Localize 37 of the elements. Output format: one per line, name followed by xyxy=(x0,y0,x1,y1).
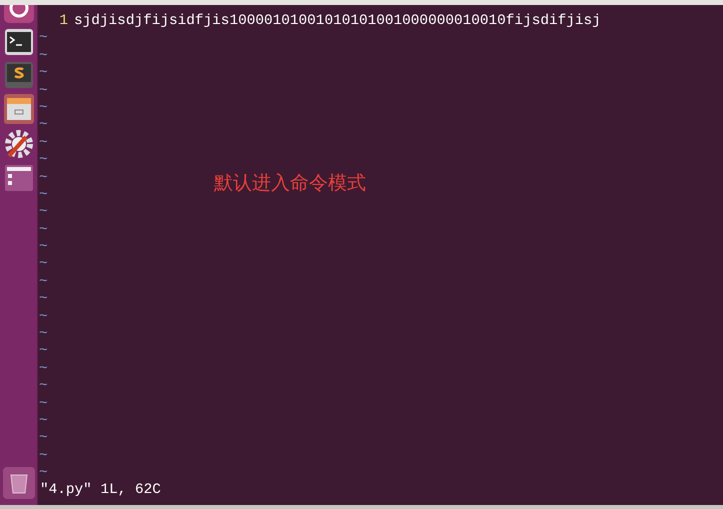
code-line: sjdjisdjfijsidfjis10000101001010101001000000010010fijsdifjisj xyxy=(74,13,601,30)
status-line: "4.py" 1L, 62C xyxy=(40,482,161,499)
workspace-icon[interactable] xyxy=(4,164,34,192)
trash-icon[interactable] xyxy=(2,467,34,499)
ubuntu-logo-icon[interactable] xyxy=(4,5,34,23)
empty-line-marker: ~ xyxy=(38,378,48,396)
empty-line-marker: ~ xyxy=(38,30,48,48)
empty-line-marker: ~ xyxy=(38,412,48,430)
empty-line-marker: ~ xyxy=(38,326,48,344)
empty-line-marker: ~ xyxy=(38,170,48,187)
empty-line-marker: ~ xyxy=(38,222,48,240)
empty-line-marker: ~ xyxy=(38,152,48,170)
empty-line-marker: ~ xyxy=(38,134,48,152)
empty-line-marker: ~ xyxy=(38,239,48,256)
empty-line-marker: ~ xyxy=(38,82,48,100)
empty-line-marker: ~ xyxy=(38,100,48,118)
empty-line-marker: ~ xyxy=(38,430,48,448)
empty-line-marker: ~ xyxy=(38,256,48,274)
empty-line-marker: ~ xyxy=(38,48,48,66)
empty-line-marker: ~ xyxy=(38,360,48,378)
empty-line-marker: ~ xyxy=(38,186,48,204)
line-number: 1 xyxy=(58,13,68,30)
empty-line-marker: ~ xyxy=(38,65,48,83)
file-cabinet-icon[interactable] xyxy=(4,94,34,124)
empty-line-marker: ~ xyxy=(38,204,48,222)
empty-line-marker: ~ xyxy=(38,117,48,135)
text-editor-icon[interactable] xyxy=(4,61,34,89)
empty-line-marker: ~ xyxy=(38,291,48,309)
empty-line-marker: ~ xyxy=(38,274,48,292)
terminal-icon[interactable] xyxy=(4,28,34,56)
empty-line-marker: ~ xyxy=(38,465,48,482)
empty-line-marker: ~ xyxy=(38,448,48,466)
gear-wrench-icon[interactable] xyxy=(4,129,34,159)
annotation-text: 默认进入命令模式 xyxy=(214,175,366,192)
empty-line-marker: ~ xyxy=(38,343,48,361)
empty-line-marker: ~ xyxy=(38,308,48,326)
empty-line-marker: ~ xyxy=(38,396,48,413)
